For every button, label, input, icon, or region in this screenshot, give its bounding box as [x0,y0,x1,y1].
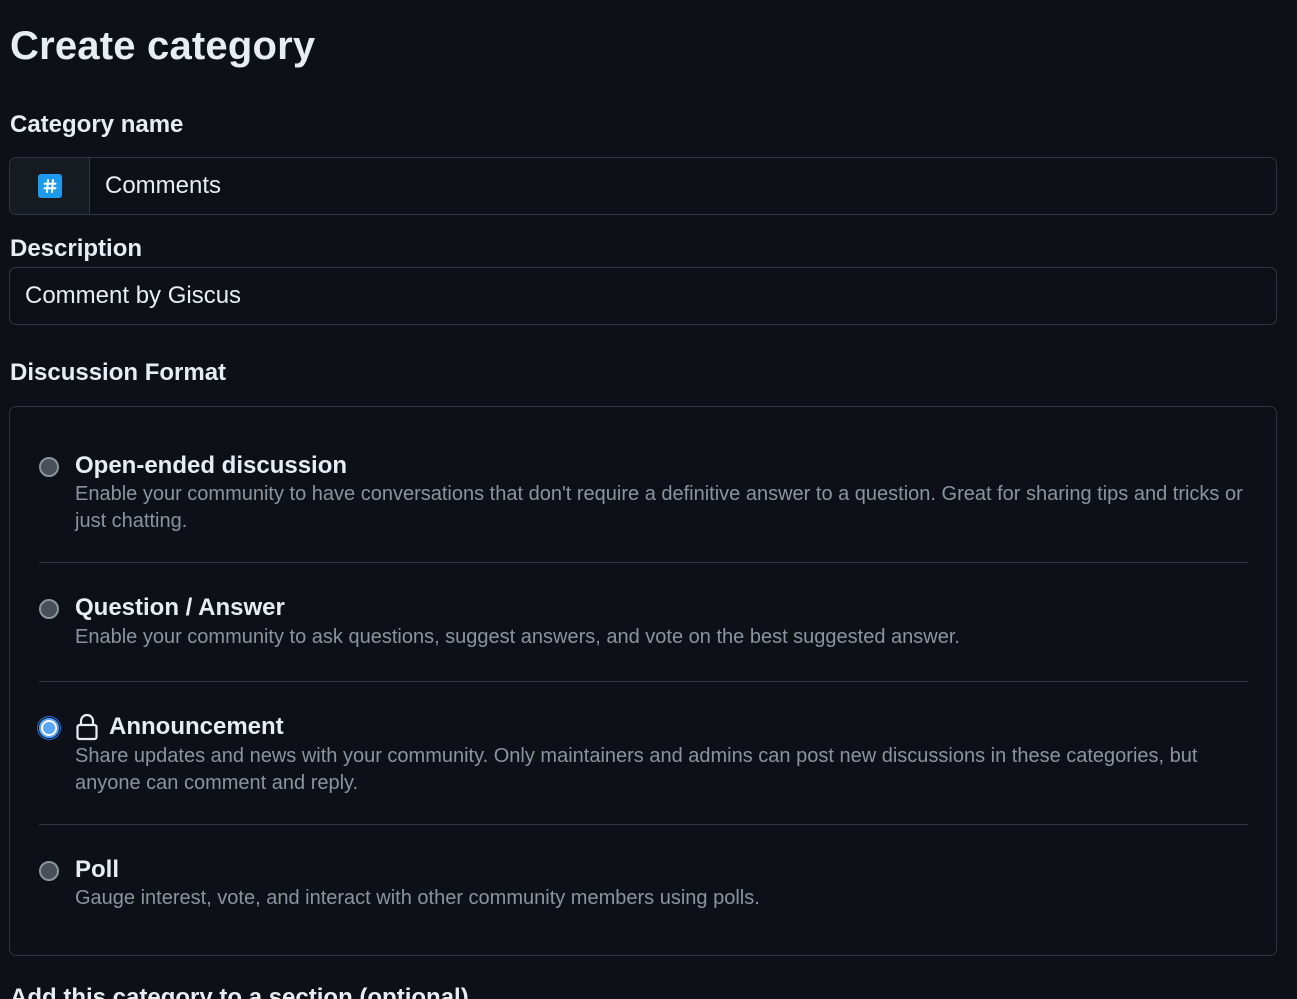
option-title: Poll [75,856,120,883]
option-divider [39,562,1248,563]
option-title: Open-ended discussion [75,452,348,479]
description-label: Description [10,235,143,262]
lock-icon [75,713,99,741]
option-description: Enable your community to ask questions, … [75,626,960,648]
hash-icon [37,174,62,198]
radio-announcement[interactable] [37,716,61,740]
option-divider [39,681,1248,682]
radio-question-answer[interactable] [39,599,59,619]
discussion-format-options: Open-ended discussion Enable your commun… [9,406,1277,956]
category-name-input[interactable] [90,158,1276,214]
discussion-format-label: Discussion Format [10,359,227,386]
option-title: Question / Answer [75,594,285,621]
category-name-field [9,157,1277,215]
option-description: Share updates and news with your communi… [75,745,1198,794]
radio-open-ended-discussion[interactable] [39,457,59,477]
option-title: Announcement [109,713,284,740]
category-name-label: Category name [10,111,184,138]
option-open-ended-discussion[interactable]: Open-ended discussion Enable your commun… [39,451,1248,541]
description-field [9,267,1277,325]
option-question-answer[interactable]: Question / Answer Enable your community … [39,593,1248,653]
option-divider [39,824,1248,825]
emoji-picker-button[interactable] [10,158,90,214]
create-category-page: Create category Category name Descriptio… [0,0,1297,999]
page-title: Create category [10,24,316,68]
section-group-label: Add this category to a section (optional… [10,984,469,999]
option-poll[interactable]: Poll Gauge interest, vote, and interact … [39,855,1248,915]
option-description: Gauge interest, vote, and interact with … [75,887,760,909]
option-description: Enable your community to have conversati… [75,483,1243,532]
description-input[interactable] [10,268,1276,324]
option-title-row: Announcement [75,712,284,742]
option-announcement[interactable]: Announcement Share updates and news with… [37,712,1248,802]
radio-poll[interactable] [39,861,59,881]
